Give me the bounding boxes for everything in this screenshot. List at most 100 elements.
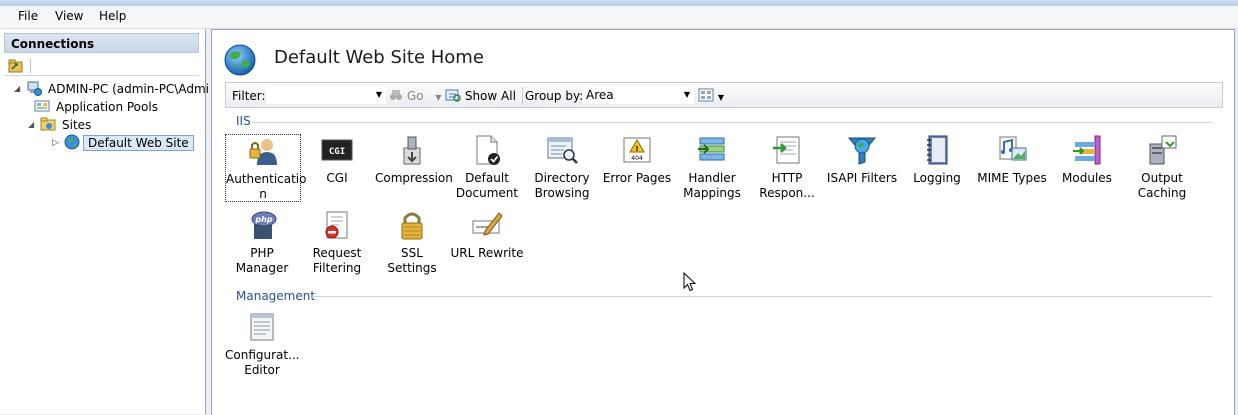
connections-toolbar	[4, 57, 199, 76]
features-pane: Default Web Site Home Filter: ▼ Go ▼ Sho…	[211, 29, 1235, 415]
tree-label-default-web-site: Default Web Site	[83, 135, 194, 151]
section-divider	[252, 122, 1212, 123]
group-by-value: Area	[586, 88, 614, 102]
feature-handler-mappings[interactable]: Handler Mappings	[675, 134, 749, 201]
feature-modules[interactable]: Modules	[1050, 134, 1124, 186]
section-iis: IIS	[236, 114, 251, 128]
application-pools-icon	[34, 100, 50, 112]
feature-label: Request Filtering	[312, 246, 362, 275]
group-by-label: Group by:	[525, 89, 584, 103]
connect-icon[interactable]	[8, 58, 24, 74]
handler-mappings-icon	[698, 137, 725, 161]
website-globe-icon	[64, 134, 80, 150]
tree-item-server[interactable]: ◢ ADMIN-PC (admin-PC\Admi	[14, 80, 212, 98]
request-filtering-icon	[325, 211, 348, 239]
directory-browsing-icon	[547, 137, 578, 164]
show-all-icon	[445, 89, 461, 102]
feature-http-response[interactable]: HTTP Respon...	[750, 134, 824, 201]
menu-help[interactable]: Help	[97, 9, 128, 23]
feature-label: Logging	[913, 171, 961, 185]
feature-label: HTTP Respon...	[759, 171, 815, 200]
collapse-arrow-icon[interactable]: ◢	[14, 80, 20, 98]
feature-url-rewrite[interactable]: URL Rewrite	[450, 209, 524, 261]
filter-bar: Filter: ▼ Go ▼ Show All Group by: Area ▼	[225, 82, 1223, 108]
view-mode-icon	[698, 88, 714, 102]
svg-text:CGI: CGI	[329, 147, 345, 157]
feature-output-caching[interactable]: Output Caching	[1125, 134, 1199, 201]
go-binoculars-icon	[390, 90, 402, 100]
menu-file[interactable]: File	[16, 9, 40, 23]
svg-text:!: !	[635, 145, 638, 153]
feature-label: PHP Manager	[235, 246, 289, 275]
feature-isapi-filters[interactable]: ISAPI Filters	[825, 134, 899, 186]
feature-label: URL Rewrite	[450, 246, 524, 260]
default-document-icon	[476, 135, 500, 165]
toolbar-separator	[30, 59, 31, 73]
feature-label: SSL Settings	[387, 246, 437, 275]
feature-mime-types[interactable]: MIME Types	[975, 134, 1049, 186]
feature-default-document[interactable]: Default Document	[450, 134, 524, 201]
feature-logging[interactable]: Logging	[900, 134, 974, 186]
tree-label-sites: Sites	[62, 118, 92, 132]
feature-cgi[interactable]: CGI CGI	[300, 134, 374, 186]
view-mode-arrow-icon[interactable]: ▼	[718, 93, 724, 102]
show-all-button[interactable]: Show All	[445, 88, 516, 103]
feature-directory-browsing[interactable]: Directory Browsing	[525, 134, 599, 201]
feature-label: MIME Types	[977, 171, 1047, 185]
go-label: Go	[406, 89, 424, 103]
tree-label-server: ADMIN-PC (admin-PC\Admi	[48, 82, 209, 96]
logging-icon	[927, 135, 948, 165]
feature-label: CGI	[326, 171, 348, 185]
isapi-filters-icon	[847, 137, 877, 165]
error-pages-icon: ! 404	[623, 137, 651, 163]
tree-label-application-pools: Application Pools	[56, 100, 158, 114]
expand-arrow-icon[interactable]: ▷	[52, 134, 59, 152]
cgi-icon: CGI	[321, 139, 353, 161]
tree-item-default-web-site[interactable]: ▷ Default Web Site	[52, 134, 194, 152]
dropdown-arrow-icon[interactable]: ▼	[376, 87, 382, 103]
feature-label: Directory Browsing	[534, 171, 590, 200]
svg-text:404: 404	[631, 155, 643, 162]
connections-pane: Connections ◢ ADMIN-PC (admin-PC\Admi Ap…	[0, 29, 209, 414]
tree-item-application-pools[interactable]: Application Pools	[34, 98, 161, 116]
compression-icon	[403, 136, 421, 165]
feature-ssl-settings[interactable]: SSL Settings	[375, 209, 449, 276]
menu-view[interactable]: View	[53, 9, 85, 23]
server-icon	[27, 81, 42, 96]
url-rewrite-icon	[472, 212, 503, 236]
feature-label: Handler Mappings	[683, 171, 741, 200]
feature-request-filtering[interactable]: Request Filtering	[300, 209, 374, 276]
page-title: Default Web Site Home	[274, 47, 484, 68]
feature-php-manager[interactable]: php PHP Manager	[225, 209, 299, 276]
feature-label: Authenticatio n	[226, 172, 307, 201]
group-by-select[interactable]: Area ▼	[582, 86, 694, 104]
feature-authentication[interactable]: Authenticatio n	[225, 134, 306, 202]
view-mode-button[interactable]: ▼	[698, 88, 724, 103]
feature-label: Modules	[1062, 171, 1112, 185]
collapse-arrow-icon[interactable]: ◢	[28, 116, 34, 134]
mouse-cursor-icon	[683, 272, 697, 292]
go-button[interactable]: Go ▼	[389, 88, 441, 103]
feature-error-pages[interactable]: ! 404 Error Pages	[600, 134, 674, 186]
feature-label: ISAPI Filters	[826, 171, 898, 185]
section-divider	[312, 296, 1212, 297]
configuration-editor-icon	[250, 313, 274, 341]
http-response-icon	[773, 136, 800, 164]
go-dropdown-arrow-icon[interactable]: ▼	[435, 93, 441, 102]
sites-folder-icon	[40, 117, 56, 131]
modules-icon	[1073, 135, 1101, 165]
dropdown-arrow-icon[interactable]: ▼	[684, 87, 690, 103]
menu-bar: File View Help	[0, 6, 1238, 29]
tree-item-sites[interactable]: ◢ Sites	[28, 116, 94, 134]
feature-configuration-editor[interactable]: Configurat... Editor	[225, 311, 300, 378]
filter-label: Filter:	[232, 89, 266, 103]
feature-label: Default Document	[455, 171, 519, 200]
filter-input[interactable]: ▼	[266, 86, 386, 104]
output-caching-icon	[1149, 135, 1177, 165]
show-all-label: Show All	[464, 89, 516, 103]
feature-label: Error Pages	[602, 171, 672, 185]
svg-text:php: php	[254, 215, 272, 224]
authentication-icon	[249, 139, 277, 165]
feature-compression[interactable]: Compression	[375, 134, 453, 186]
feature-label: Output Caching	[1137, 171, 1187, 200]
